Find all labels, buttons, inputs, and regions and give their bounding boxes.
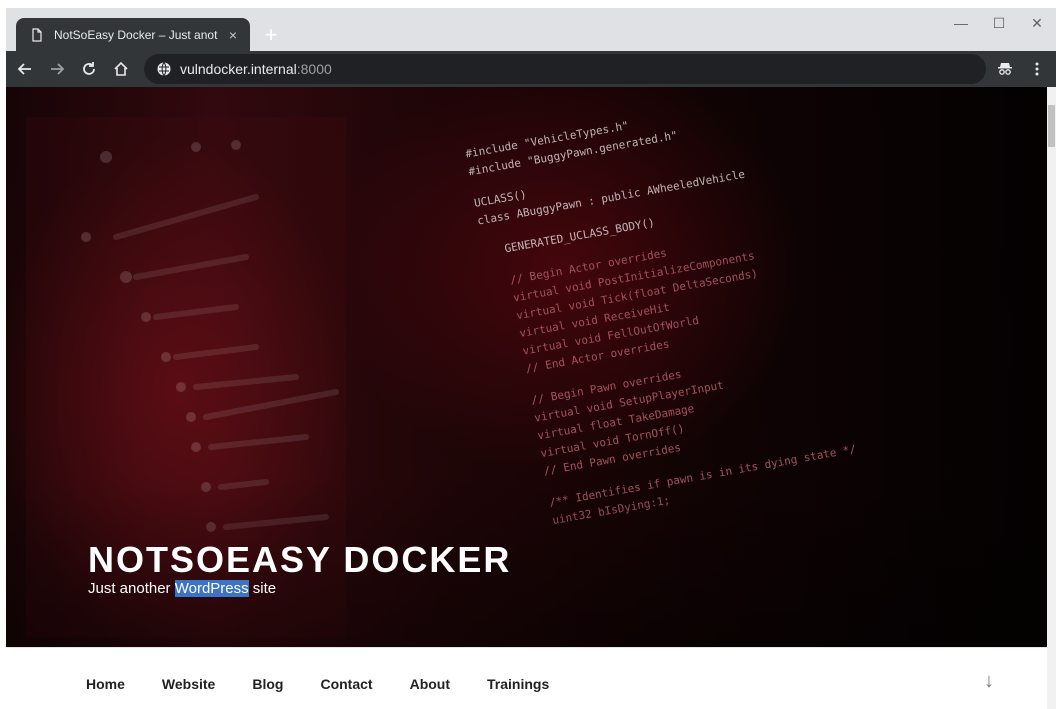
tab-title: NotSoEasy Docker – Just another <box>54 27 218 42</box>
page-icon <box>30 27 44 42</box>
url-host: vulndocker.internal <box>180 61 297 77</box>
menu-item-about[interactable]: About <box>410 676 450 692</box>
site-title[interactable]: NOTSOEASY DOCKER <box>88 539 511 581</box>
reload-icon[interactable] <box>76 56 102 82</box>
minimize-button[interactable]: — <box>942 8 980 38</box>
browser-tab[interactable]: NotSoEasy Docker – Just another × <box>16 18 250 51</box>
browser-toolbar: vulndocker.internal:8000 <box>6 51 1056 87</box>
tagline-suffix: site <box>248 580 277 597</box>
tab-strip: NotSoEasy Docker – Just another × + — ☐ … <box>6 8 1056 51</box>
close-tab-icon[interactable]: × <box>224 26 242 44</box>
tagline-prefix: Just another <box>88 580 175 597</box>
incognito-icon[interactable] <box>992 56 1018 82</box>
menu-item-contact[interactable]: Contact <box>320 676 372 692</box>
toolbar-actions <box>992 51 1056 87</box>
page-scrollbar[interactable] <box>1047 87 1056 709</box>
scroll-down-arrow-icon[interactable]: ↓ <box>984 670 994 693</box>
primary-menu: Home Website Blog Contact About Training… <box>86 676 586 692</box>
home-icon[interactable] <box>108 56 134 82</box>
close-window-button[interactable]: ✕ <box>1018 8 1056 38</box>
header-hero-image: #include "VehicleTypes.h" #include "Bugg… <box>6 87 1047 647</box>
address-bar[interactable]: vulndocker.internal:8000 <box>144 54 986 84</box>
browser-window: NotSoEasy Docker – Just another × + — ☐ … <box>6 8 1056 709</box>
maximize-button[interactable]: ☐ <box>980 8 1018 38</box>
menu-item-home[interactable]: Home <box>86 676 125 692</box>
url-port: :8000 <box>296 61 332 77</box>
menu-item-website[interactable]: Website <box>162 676 215 692</box>
site-tagline: Just another WordPress site <box>88 580 276 597</box>
forward-icon[interactable] <box>44 56 70 82</box>
back-icon[interactable] <box>12 56 38 82</box>
tagline-highlight: WordPress <box>174 580 249 597</box>
page-viewport: #include "VehicleTypes.h" #include "Bugg… <box>6 87 1056 709</box>
menu-icon[interactable] <box>1024 56 1050 82</box>
menu-item-blog[interactable]: Blog <box>252 676 283 692</box>
menu-item-trainings[interactable]: Trainings <box>487 676 549 692</box>
scrollbar-thumb[interactable] <box>1048 105 1055 147</box>
site-navigation: Home Website Blog Contact About Training… <box>6 647 1047 709</box>
new-tab-button[interactable]: + <box>260 24 282 46</box>
window-controls: — ☐ ✕ <box>942 8 1056 38</box>
site-info-icon[interactable] <box>156 61 172 77</box>
